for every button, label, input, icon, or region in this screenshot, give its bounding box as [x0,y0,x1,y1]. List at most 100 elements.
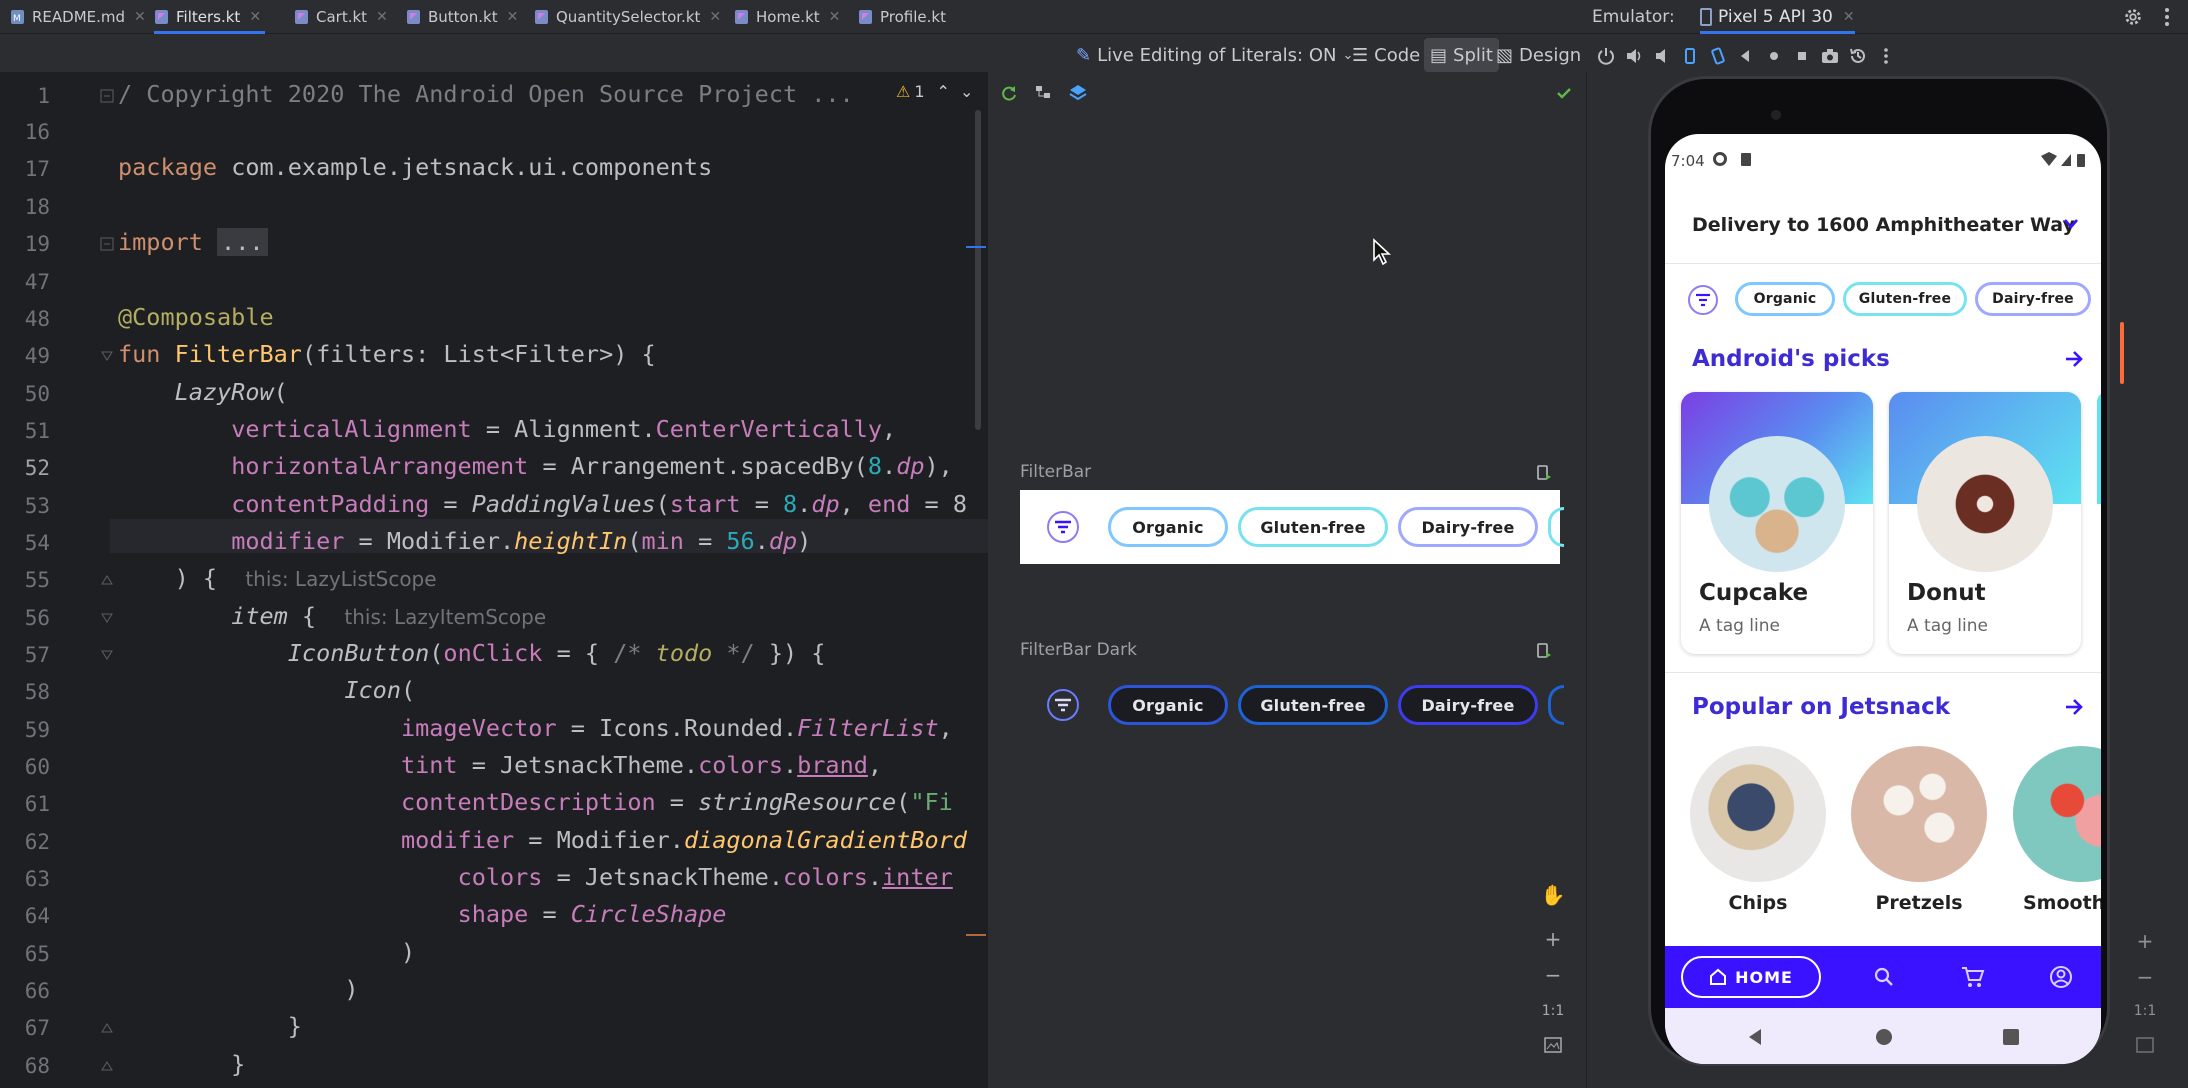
inspection-widget[interactable]: ⚠ 1 ⌃ ⌄ [896,80,973,102]
editor-scrollbar[interactable] [975,110,981,430]
close-icon[interactable]: ✕ [376,9,388,25]
emulator-scrollbar[interactable] [2120,322,2124,384]
arrow-forward-icon[interactable] [2063,348,2085,370]
fold-icon[interactable] [100,89,114,103]
tab-readme[interactable]: M README.md ✕ [10,0,146,34]
close-icon[interactable]: ✕ [134,9,146,25]
zoom-actual-size-button[interactable]: 1:1 [1538,996,1568,1026]
android-studio-window: M README.md ✕ Filters.kt ✕ Cart.kt ✕ But… [0,0,2188,1088]
close-icon[interactable]: ✕ [829,9,841,25]
chip-gluten-free[interactable]: Gluten-free [1843,282,1967,316]
zoom-fit-icon[interactable] [1538,1030,1568,1060]
overview-icon[interactable] [2003,1029,2019,1045]
code-lines-icon: ☰ [1352,44,1369,66]
zoom-out-icon[interactable]: − [2130,962,2160,992]
tab-label: Home.kt [756,8,820,26]
code-line: ) [118,975,359,1003]
tab-quantityselector[interactable]: QuantitySelector.kt ✕ [534,0,721,34]
popular-item-chips[interactable]: Chips [1690,746,1826,914]
tab-emulator-device[interactable]: Pixel 5 API 30 ✕ [1700,0,1855,34]
account-icon[interactable] [2049,965,2073,989]
code-editor[interactable]: 1 16 17 18 19 47 48 49 50 51 52 53 54 55… [0,72,988,1088]
fold-icon[interactable] [100,573,114,587]
power-icon[interactable] [1596,46,1616,66]
tab-button[interactable]: Button.kt ✕ [406,0,518,34]
zoom-in-icon[interactable]: + [2130,926,2160,956]
code-line: modifier = Modifier.heightIn(min = 56.dp… [231,527,812,555]
tab-filters[interactable]: Filters.kt ✕ [154,0,266,34]
zoom-out-icon[interactable]: − [1538,960,1568,990]
tab-cart[interactable]: Cart.kt ✕ [294,0,388,34]
code-line: imageVector = Icons.Rounded.FilterList, [400,714,953,742]
pretzels-image [1851,746,1987,882]
deploy-to-device-icon[interactable] [1536,464,1552,482]
fold-icon[interactable] [100,648,114,662]
zoom-actual-size-button[interactable]: 1:1 [2130,996,2160,1026]
close-icon[interactable]: ✕ [709,9,721,25]
zoom-fit-icon[interactable] [2130,1030,2160,1060]
layers-icon[interactable] [1068,83,1088,103]
chip-dairy-free[interactable]: Dairy-free [1975,282,2091,316]
chevron-up-icon[interactable]: ⌃ [937,82,950,101]
rotate-right-icon[interactable] [1708,46,1728,66]
history-icon[interactable] [1848,46,1868,66]
close-icon[interactable]: ✕ [249,9,261,25]
fold-icon[interactable] [100,1059,114,1073]
camera-icon[interactable] [1820,46,1840,66]
fold-icon[interactable] [100,1021,114,1035]
tab-profile[interactable]: Profile.kt [858,0,946,34]
cupcake-image [1709,436,1845,572]
code-line: tint = JetsnackTheme.colors.brand, [400,751,883,779]
rotate-left-icon[interactable] [1680,46,1700,66]
live-editing-toggle[interactable]: ✎ Live Editing of Literals: ON ⌄ [1076,38,1353,72]
volume-up-icon[interactable] [1624,46,1644,66]
back-icon[interactable] [1736,46,1756,66]
chevron-down-icon[interactable] [2063,218,2079,230]
close-icon[interactable]: ✕ [1843,9,1855,25]
nav-home-button[interactable]: HOME [1681,956,1821,998]
zoom-in-icon[interactable]: + [1538,924,1568,954]
popular-item-pretzels[interactable]: Pretzels [1851,746,1987,914]
arrow-forward-icon[interactable] [2063,696,2085,718]
code-line: / Copyright 2020 The Android Open Source… [118,80,854,108]
pan-hand-icon[interactable]: ✋ [1538,880,1568,910]
compose-preview-area[interactable]: FilterBar Organic Gluten-free Dairy-free… [988,110,1586,1088]
popular-item-smoothie[interactable]: Smooth [2013,746,2101,914]
popular-item-name: Pretzels [1875,892,1963,914]
fold-icon[interactable] [100,611,114,625]
delivery-header[interactable]: Delivery to 1600 Amphitheater Way [1665,188,2101,264]
snack-card-donut[interactable]: Donut A tag line [1889,392,2081,654]
home-circle-icon[interactable] [1764,46,1784,66]
fold-icon[interactable] [100,237,114,251]
chevron-down-icon[interactable]: ⌄ [960,82,973,101]
snack-card-cupcake[interactable]: Cupcake A tag line [1681,392,1873,654]
live-editing-label: Live Editing of Literals: ON [1097,44,1337,66]
chip-organic[interactable]: Organic [1735,282,1835,316]
volume-down-icon[interactable] [1652,46,1672,66]
close-icon[interactable]: ✕ [507,9,519,25]
code-line: ) [118,938,416,966]
gear-icon[interactable] [2122,6,2144,28]
cart-icon[interactable] [1961,966,1985,988]
design-view-button[interactable]: ▧ Design [1496,38,1581,72]
magic-wand-icon: ✎ [1076,44,1092,66]
kotlin-file-icon [734,8,750,26]
component-tree-icon[interactable] [1034,84,1052,102]
more-vertical-icon[interactable] [1876,46,1896,66]
back-icon[interactable] [1747,1028,1763,1046]
line-number: 48 [24,307,50,331]
more-options-icon[interactable] [2160,5,2174,29]
phone-screen[interactable]: 7:04 Delivery to 1600 Amphitheater Way O… [1665,134,2101,1064]
code-view-button[interactable]: ☰ Code [1352,38,1420,72]
chips-image [1690,746,1826,882]
filter-list-icon[interactable] [1687,284,1719,316]
bottom-navigation: HOME [1665,946,2101,1008]
home-circle-icon[interactable] [1875,1028,1893,1046]
refresh-icon[interactable] [1000,84,1018,102]
split-view-button[interactable]: ▤ Split [1424,38,1499,72]
overview-icon[interactable] [1792,46,1812,66]
tab-home[interactable]: Home.kt ✕ [734,0,840,34]
deploy-to-device-icon[interactable] [1536,642,1552,660]
fold-icon[interactable] [100,349,114,363]
search-icon[interactable] [1873,966,1895,988]
